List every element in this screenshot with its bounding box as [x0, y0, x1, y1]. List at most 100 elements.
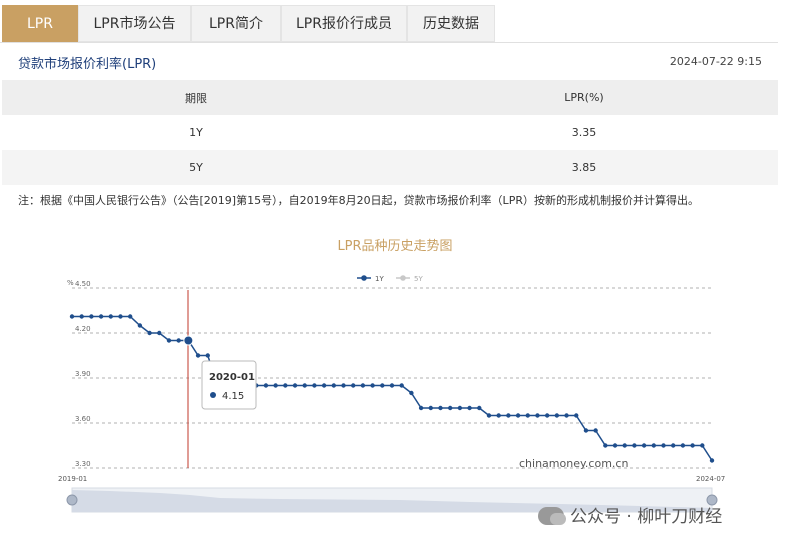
lpr-table: 期限 LPR(%) 1Y 3.35 5Y 3.85 — [2, 80, 778, 185]
cell-term: 5Y — [2, 150, 390, 185]
header-term: 期限 — [2, 80, 390, 115]
y-tick-label: 3.90 — [75, 370, 91, 378]
data-point[interactable] — [312, 383, 317, 388]
data-point[interactable] — [195, 353, 201, 358]
cell-rate: 3.85 — [390, 150, 778, 185]
header-lpr: LPR(%) — [390, 80, 778, 115]
data-point[interactable] — [622, 443, 627, 448]
tab-lpr-announcements[interactable]: LPR市场公告 — [78, 5, 191, 42]
data-point[interactable] — [127, 314, 133, 319]
data-point[interactable] — [515, 413, 521, 418]
data-point[interactable] — [263, 383, 269, 388]
data-point[interactable] — [69, 314, 75, 319]
data-point[interactable] — [166, 338, 172, 343]
data-point[interactable] — [506, 413, 511, 418]
data-point[interactable] — [457, 405, 463, 411]
data-point[interactable] — [428, 405, 433, 411]
y-tick-label: 4.50 — [75, 280, 91, 288]
data-point[interactable] — [690, 443, 695, 448]
data-point[interactable] — [370, 383, 375, 388]
policy-note: 注：根据《中国人民银行公告》（公告[2019]第15号），自2019年8月20日… — [18, 194, 699, 207]
wechat-icon — [538, 507, 566, 525]
data-point[interactable] — [399, 383, 404, 388]
data-point[interactable] — [89, 314, 94, 319]
data-point-highlighted[interactable] — [183, 335, 194, 346]
data-point[interactable] — [612, 443, 618, 448]
data-point[interactable] — [680, 443, 686, 448]
data-point[interactable] — [108, 314, 113, 319]
data-point[interactable] — [380, 383, 385, 388]
data-point[interactable] — [292, 383, 298, 388]
data-point[interactable] — [564, 413, 569, 418]
watermark: 公众号 · 柳叶刀财经 — [538, 502, 722, 527]
table-row: 5Y 3.85 — [2, 150, 778, 185]
data-point[interactable] — [574, 413, 579, 418]
data-point[interactable] — [535, 413, 540, 418]
data-point[interactable] — [603, 443, 608, 448]
data-point[interactable] — [302, 383, 307, 388]
source-text: chinamoney.com.cn — [519, 457, 628, 470]
data-point[interactable] — [700, 443, 705, 448]
tab-history[interactable]: 历史数据 — [407, 5, 495, 42]
data-point[interactable] — [331, 383, 337, 388]
data-point[interactable] — [496, 413, 501, 418]
legend-1y-marker — [361, 275, 367, 281]
data-point[interactable] — [157, 330, 162, 336]
lpr-history-chart[interactable]: 4.50 4.20 3.90 3.60 3.30 % 1Y 5Y 2020-01 4.1… — [0, 260, 790, 520]
data-point[interactable] — [118, 314, 123, 319]
data-point[interactable] — [632, 443, 637, 448]
data-point[interactable] — [554, 413, 560, 418]
zoom-left-handle[interactable] — [66, 494, 78, 506]
data-point[interactable] — [389, 383, 395, 388]
tab-lpr[interactable]: LPR — [2, 5, 78, 42]
tooltip-marker — [210, 392, 216, 398]
data-point[interactable] — [205, 353, 210, 358]
data-point[interactable] — [544, 413, 550, 418]
timestamp: 2024-07-22 9:15 — [669, 55, 762, 68]
data-point[interactable] — [486, 413, 492, 418]
series-1y-line — [72, 315, 713, 461]
tooltip-date: 2020-01 — [209, 372, 255, 383]
legend-1y-label[interactable]: 1Y — [375, 275, 384, 283]
data-point[interactable] — [321, 383, 327, 388]
tab-divider — [0, 42, 778, 43]
legend-5y-label[interactable]: 5Y — [414, 275, 423, 283]
data-point[interactable] — [409, 390, 414, 396]
y-axis-unit: % — [67, 279, 74, 287]
section-title: 贷款市场报价利率(LPR) — [18, 57, 157, 72]
data-point[interactable] — [467, 405, 472, 411]
data-point[interactable] — [593, 428, 598, 433]
data-point[interactable] — [79, 314, 84, 319]
data-point[interactable] — [176, 338, 181, 343]
data-point[interactable] — [341, 383, 346, 388]
data-point[interactable] — [137, 323, 143, 328]
data-point[interactable] — [98, 314, 104, 319]
data-point[interactable] — [438, 405, 443, 411]
data-point[interactable] — [661, 443, 666, 448]
data-point[interactable] — [583, 428, 589, 433]
data-point[interactable] — [360, 383, 366, 388]
data-point[interactable] — [641, 443, 647, 448]
data-point[interactable] — [651, 443, 657, 448]
data-point[interactable] — [283, 383, 288, 388]
legend[interactable]: 1Y 5Y — [357, 275, 423, 283]
data-point[interactable] — [525, 413, 530, 418]
data-point[interactable] — [447, 405, 453, 411]
data-point[interactable] — [671, 443, 676, 448]
data-point[interactable] — [477, 405, 482, 411]
tooltip-value: 4.15 — [222, 391, 244, 402]
data-point[interactable] — [351, 383, 356, 388]
data-point[interactable] — [147, 330, 152, 336]
tab-lpr-intro[interactable]: LPR简介 — [191, 5, 281, 42]
tab-lpr-members[interactable]: LPR报价行成员 — [281, 5, 407, 42]
x-start-label: 2019-01 — [58, 475, 87, 483]
data-point[interactable] — [273, 383, 278, 388]
data-point[interactable] — [709, 458, 715, 463]
x-end-label: 2024-07 — [696, 475, 725, 483]
table-row: 1Y 3.35 — [2, 115, 778, 150]
y-tick-label: 3.30 — [75, 460, 91, 468]
data-point[interactable] — [418, 405, 424, 411]
tooltip: 2020-01 4.15 — [201, 360, 257, 410]
y-tick-label: 4.20 — [75, 325, 91, 333]
legend-5y-marker — [400, 275, 406, 281]
